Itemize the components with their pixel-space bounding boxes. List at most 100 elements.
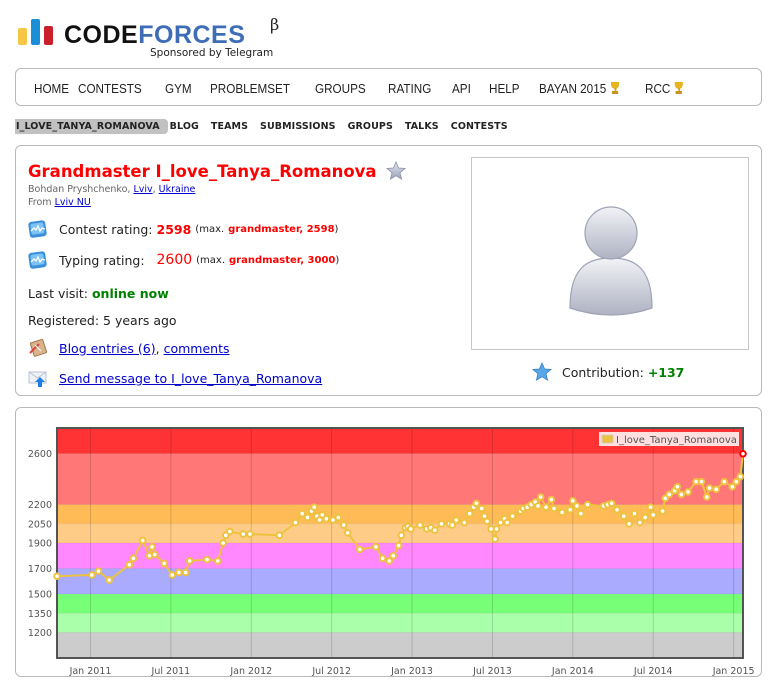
data-point[interactable]	[677, 490, 686, 499]
data-point[interactable]	[291, 518, 300, 527]
data-point[interactable]	[472, 499, 481, 508]
data-point[interactable]	[452, 516, 461, 524]
data-point[interactable]	[339, 521, 348, 529]
data-point[interactable]	[465, 509, 474, 518]
menu-help[interactable]: HELP	[489, 81, 520, 96]
data-point[interactable]	[437, 520, 446, 528]
data-point[interactable]	[492, 525, 501, 533]
data-point[interactable]	[213, 557, 222, 565]
menu-bayan-2015[interactable]: BAYAN 2015	[539, 81, 621, 96]
data-point[interactable]	[550, 504, 558, 513]
data-point[interactable]	[739, 450, 747, 458]
data-point[interactable]	[151, 550, 159, 559]
menu-rating[interactable]: RATING	[388, 81, 431, 96]
user-handle[interactable]: I_love_Tanya_Romanova	[156, 162, 377, 181]
data-point[interactable]	[160, 559, 168, 568]
data-point[interactable]	[636, 518, 644, 527]
data-point[interactable]	[673, 482, 682, 491]
menu-home[interactable]: HOME	[34, 81, 69, 96]
data-point[interactable]	[630, 509, 639, 518]
data-point[interactable]	[226, 527, 234, 536]
data-point[interactable]	[547, 495, 556, 504]
data-point[interactable]	[246, 530, 254, 538]
data-point[interactable]	[649, 511, 658, 519]
menu-gym[interactable]: GYM	[165, 81, 192, 96]
data-point[interactable]	[372, 543, 380, 551]
data-point[interactable]	[175, 568, 183, 577]
data-point[interactable]	[566, 505, 574, 514]
data-point[interactable]	[665, 490, 674, 499]
data-point[interactable]	[712, 485, 721, 494]
data-point[interactable]	[378, 554, 387, 563]
data-point[interactable]	[129, 554, 138, 563]
data-point[interactable]	[503, 518, 511, 527]
data-point[interactable]	[394, 541, 403, 550]
menu-rcc[interactable]: RCC	[645, 81, 685, 96]
submenu-profile[interactable]: I_LOVE_TANYA_ROMANOVA	[15, 119, 168, 134]
data-point[interactable]	[203, 555, 211, 564]
data-point[interactable]	[534, 502, 542, 510]
data-point[interactable]	[483, 517, 491, 526]
data-point[interactable]	[583, 500, 592, 509]
data-point[interactable]	[185, 557, 194, 565]
data-point[interactable]	[697, 477, 706, 486]
data-point[interactable]	[416, 521, 424, 529]
data-point[interactable]	[646, 503, 655, 512]
menu-api[interactable]: API	[452, 81, 471, 96]
city-link[interactable]: Lviv	[133, 184, 152, 195]
data-point[interactable]	[397, 531, 406, 540]
data-point[interactable]	[356, 545, 364, 554]
star-icon[interactable]	[385, 161, 406, 181]
data-point[interactable]	[298, 509, 306, 518]
submenu-teams[interactable]: TEAMS	[211, 121, 248, 132]
data-point[interactable]	[577, 509, 585, 518]
data-point[interactable]	[406, 525, 415, 533]
send-message-link[interactable]: Send message to I_love_Tanya_Romanova	[59, 371, 322, 386]
submenu-contests[interactable]: CONTESTS	[451, 121, 508, 132]
data-point[interactable]	[720, 477, 729, 486]
data-point[interactable]	[322, 514, 331, 523]
data-point[interactable]	[658, 507, 667, 515]
data-point[interactable]	[389, 551, 398, 560]
comments-link[interactable]: comments	[164, 341, 230, 356]
blog-entries-link[interactable]: Blog entries (6)	[59, 341, 156, 356]
submenu-submissions[interactable]: SUBMISSIONS	[260, 121, 336, 132]
data-point[interactable]	[125, 560, 134, 569]
data-point[interactable]	[536, 493, 545, 501]
data-point[interactable]	[334, 513, 343, 522]
data-point[interactable]	[625, 520, 633, 528]
data-point[interactable]	[477, 504, 486, 513]
menu-contests[interactable]: CONTESTS	[78, 81, 142, 96]
data-point[interactable]	[703, 493, 711, 501]
data-point[interactable]	[641, 513, 649, 522]
data-point[interactable]	[613, 505, 621, 514]
data-point[interactable]	[181, 568, 190, 577]
data-point[interactable]	[508, 512, 517, 520]
data-point[interactable]	[148, 543, 156, 551]
data-point[interactable]	[736, 472, 745, 481]
data-point[interactable]	[684, 488, 692, 496]
data-point[interactable]	[542, 503, 550, 512]
data-point[interactable]	[303, 513, 312, 522]
data-point[interactable]	[239, 530, 248, 538]
data-point[interactable]	[607, 499, 616, 508]
data-point[interactable]	[705, 484, 714, 492]
data-point[interactable]	[558, 508, 566, 517]
data-point[interactable]	[105, 576, 114, 584]
organization-link[interactable]: Lviv NU	[55, 197, 91, 208]
data-point[interactable]	[343, 528, 352, 537]
data-point[interactable]	[619, 512, 628, 520]
country-link[interactable]: Ukraine	[159, 184, 196, 195]
data-point[interactable]	[219, 539, 227, 547]
menu-groups[interactable]: GROUPS	[315, 81, 366, 96]
data-point[interactable]	[94, 567, 103, 575]
codeforces-logo[interactable]: CODEFORCES β Sponsored by Telegram	[18, 15, 279, 62]
data-point[interactable]	[491, 535, 499, 543]
menu-problemset[interactable]: PROBLEMSET	[210, 81, 290, 96]
submenu-groups[interactable]: GROUPS	[348, 121, 393, 132]
data-point[interactable]	[460, 518, 469, 527]
data-point[interactable]	[88, 571, 96, 579]
submenu-talks[interactable]: TALKS	[405, 121, 439, 132]
data-point[interactable]	[310, 503, 319, 512]
data-point[interactable]	[275, 531, 284, 540]
